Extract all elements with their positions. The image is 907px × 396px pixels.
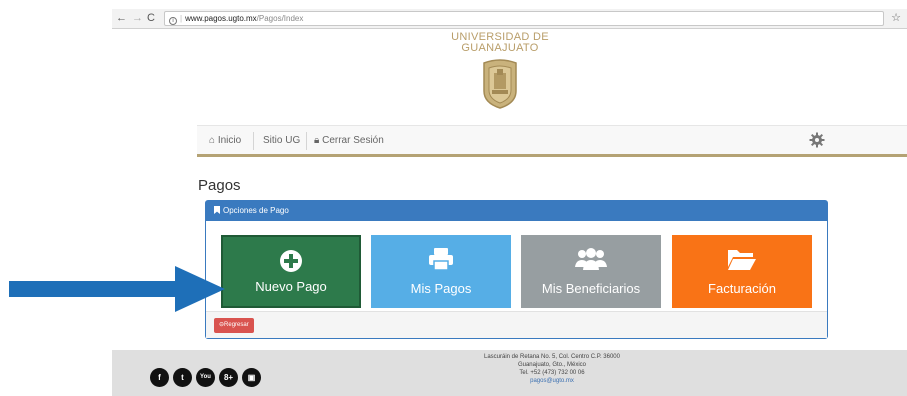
nuevo-pago-label: Nuevo Pago (255, 279, 327, 294)
nav-sitio-ug[interactable]: Sitio UG (263, 135, 300, 146)
bookmark-star-icon[interactable]: ☆ (891, 11, 901, 24)
plus-circle-icon (280, 250, 302, 272)
nav-logout[interactable]: 🔒︎ Cerrar Sesión (314, 135, 384, 146)
regresar-label: Regresar (224, 322, 249, 328)
site-footer: f t You 8+ ▣ Lascuráin de Retana No. 5, … (112, 350, 907, 396)
page-title: Pagos (198, 177, 241, 194)
university-name-line2: GUANAJUATO (461, 42, 539, 54)
main-navbar: ⌂ Inicio Sitio UG 🔒︎ Cerrar Sesión (197, 125, 907, 157)
printer-icon (429, 248, 453, 271)
social-links: f t You 8+ ▣ (150, 368, 261, 388)
instagram-icon[interactable]: ▣ (242, 368, 261, 387)
contact-email[interactable]: pagos@ugto.mx (412, 377, 692, 385)
nuevo-pago-button[interactable]: Nuevo Pago (221, 235, 361, 308)
facturacion-label: Facturación (708, 281, 776, 296)
back-arrow-icon[interactable]: ← (116, 12, 127, 24)
url-separator: | (180, 14, 183, 23)
forward-arrow-icon[interactable]: → (132, 12, 143, 24)
nav-home[interactable]: ⌂ Inicio (209, 135, 241, 146)
url-host: www.pagos.ugto.mx (185, 14, 257, 23)
phone: Tel. +52 (473) 732 00 06 (519, 370, 585, 376)
regresar-button[interactable]: ⊖Regresar (214, 318, 254, 333)
browser-toolbar: ← → C i | www.pagos.ugto.mx/Pagos/Index ☆ (112, 9, 907, 29)
lock-icon: 🔒︎ (314, 135, 320, 146)
youtube-icon[interactable]: You (196, 368, 215, 387)
twitter-icon[interactable]: t (173, 368, 192, 387)
home-icon: ⌂ (209, 135, 216, 146)
nav-logout-label: Cerrar Sesión (322, 135, 384, 146)
payment-options-panel: Opciones de Pago Nuevo Pago Mis Pagos Mi… (205, 200, 828, 339)
gear-icon[interactable] (809, 132, 825, 148)
address-line1: Lascuráin de Retana No. 5, Col. Centro C… (484, 354, 620, 360)
panel-heading: Opciones de Pago (206, 201, 827, 221)
university-crest-icon (483, 59, 517, 109)
mis-pagos-label: Mis Pagos (410, 281, 472, 296)
university-name: UNIVERSIDAD DE GUANAJUATO (435, 32, 565, 54)
users-icon (575, 248, 607, 270)
mis-beneficiarios-label: Mis Beneficiarios (541, 281, 641, 296)
facebook-icon[interactable]: f (150, 368, 169, 387)
url-path: /Pagos/Index (256, 14, 304, 23)
panel-title: Opciones de Pago (223, 206, 289, 215)
site-info-icon[interactable]: i (169, 17, 177, 25)
panel-footer: ⊖Regresar (206, 311, 827, 338)
mis-beneficiarios-button[interactable]: Mis Beneficiarios (521, 235, 661, 308)
reload-icon[interactable]: C (147, 12, 155, 24)
folder-open-icon (728, 250, 756, 270)
annotation-arrow-icon (9, 266, 225, 312)
google-plus-icon[interactable]: 8+ (219, 368, 238, 387)
mis-pagos-button[interactable]: Mis Pagos (371, 235, 511, 308)
nav-divider (306, 132, 307, 150)
nav-home-label: Inicio (217, 135, 242, 146)
address-bar[interactable]: i | www.pagos.ugto.mx/Pagos/Index (164, 11, 884, 26)
address-line2: Guanajuato, Gto., México (517, 362, 587, 368)
nav-divider (253, 132, 254, 150)
facturacion-button[interactable]: Facturación (672, 235, 812, 308)
contact-address: Lascuráin de Retana No. 5, Col. Centro C… (412, 353, 692, 385)
bookmark-icon (214, 206, 220, 214)
